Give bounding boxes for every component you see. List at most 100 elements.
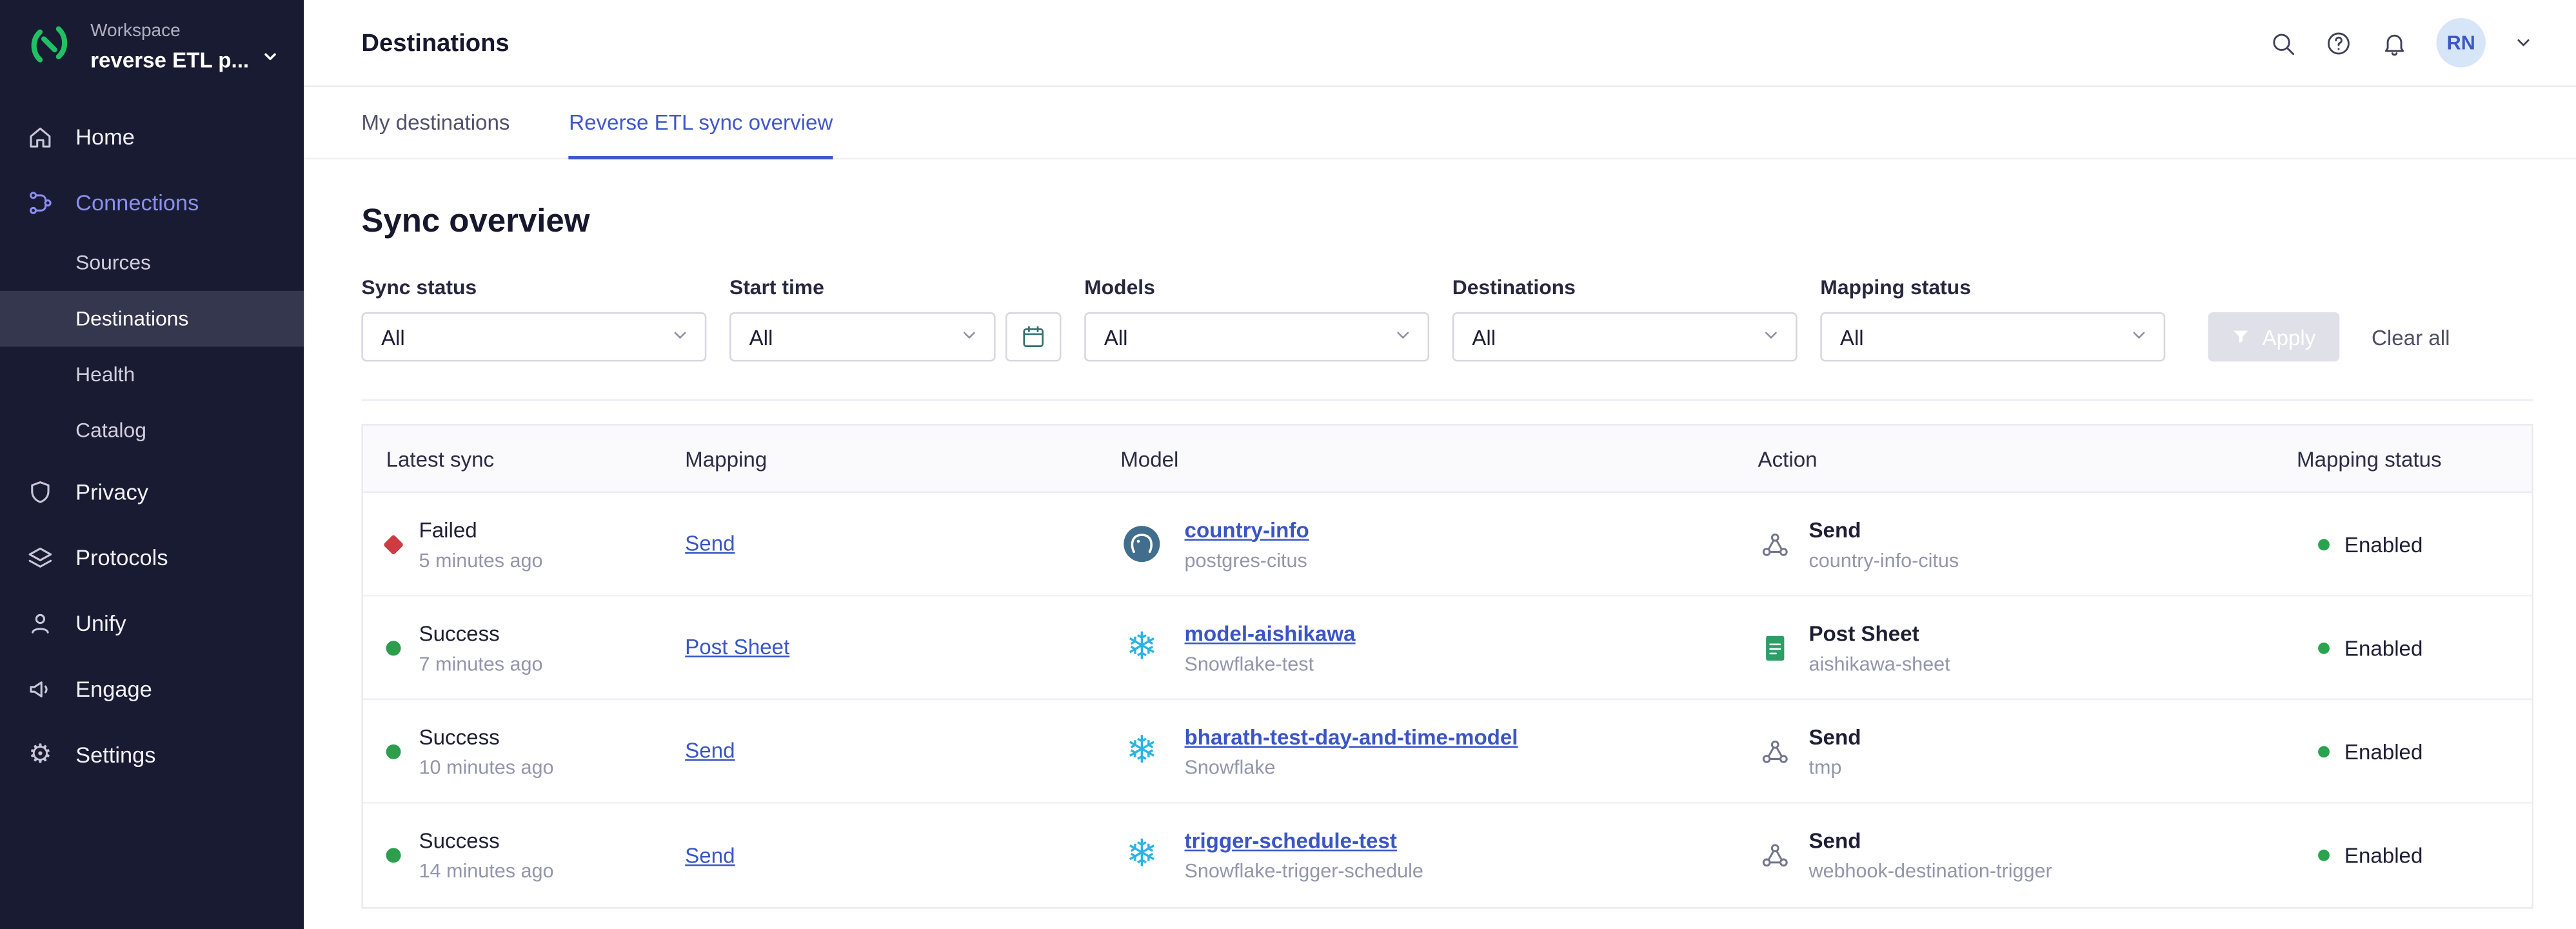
chevron-down-icon bbox=[1761, 325, 1781, 349]
topbar-icons: RN bbox=[2269, 18, 2533, 67]
model-source: postgres-citus bbox=[1185, 548, 1309, 571]
model-link[interactable]: model-aishikawa bbox=[1185, 621, 1356, 645]
enabled-dot-icon bbox=[2318, 745, 2330, 757]
workspace-text: Workspace reverse ETL p... bbox=[90, 20, 279, 74]
calendar-button[interactable] bbox=[1006, 312, 1062, 361]
webhook-icon bbox=[1758, 735, 1791, 766]
apply-button-label: Apply bbox=[2262, 325, 2315, 349]
mapping-status: Enabled bbox=[2344, 635, 2423, 659]
filter-select-sync-status[interactable]: All bbox=[361, 312, 706, 361]
mapping-link[interactable]: Send bbox=[685, 738, 735, 763]
rudderstack-logo-icon bbox=[25, 20, 74, 69]
enabled-dot-icon bbox=[2318, 850, 2330, 861]
filter-select-models[interactable]: All bbox=[1084, 312, 1429, 361]
snowflake-icon: ❄ bbox=[1120, 628, 1163, 666]
latest-sync-cell: Failed5 minutes ago bbox=[363, 517, 685, 571]
sidebar-subitem-health[interactable]: Health bbox=[0, 346, 304, 403]
search-icon[interactable] bbox=[2269, 29, 2297, 57]
action-detail: webhook-destination-trigger bbox=[1808, 859, 2052, 883]
model-source: Snowflake-test bbox=[1185, 652, 1356, 675]
sidebar-item-label: Engage bbox=[75, 676, 152, 701]
model-cell: ❄trigger-schedule-testSnowflake-trigger-… bbox=[1120, 828, 1758, 883]
engage-icon bbox=[26, 675, 54, 703]
chevron-down-icon bbox=[2129, 325, 2149, 349]
sidebar-item-label: Connections bbox=[75, 190, 199, 214]
model-link[interactable]: trigger-schedule-test bbox=[1185, 828, 1423, 853]
clear-all-button[interactable]: Clear all bbox=[2372, 312, 2450, 361]
model-link[interactable]: bharath-test-day-and-time-model bbox=[1185, 724, 1518, 748]
topbar: Destinations RN bbox=[304, 0, 2576, 87]
tab-reverse-etl-sync-overview[interactable]: Reverse ETL sync overview bbox=[569, 87, 833, 158]
sidebar-subnav: Sources Destinations HealthCatalog bbox=[0, 235, 304, 458]
mapping-link[interactable]: Send bbox=[685, 531, 735, 555]
help-icon[interactable] bbox=[2324, 29, 2352, 57]
workspace-label: Workspace bbox=[90, 21, 279, 41]
sidebar-item-label: Home bbox=[75, 124, 135, 148]
sidebar-subitem-label: Sources bbox=[75, 252, 151, 275]
sidebar-item-settings[interactable]: ⚙Settings bbox=[0, 721, 304, 787]
workspace-switcher[interactable]: Workspace reverse ETL p... bbox=[0, 0, 304, 90]
table-row: Success7 minutes agoPost Sheet❄model-ais… bbox=[363, 597, 2531, 700]
filter-label: Mapping status bbox=[1820, 276, 2165, 299]
tab-bar: My destinations Reverse ETL sync overview bbox=[304, 87, 2576, 159]
sidebar-item-connections[interactable]: Connections bbox=[0, 169, 304, 235]
sync-time: 5 minutes ago bbox=[419, 548, 543, 571]
notifications-icon[interactable] bbox=[2381, 29, 2408, 57]
sidebar-item-engage[interactable]: Engage bbox=[0, 655, 304, 721]
mapping-cell: Send bbox=[685, 841, 1120, 870]
failed-diamond-icon bbox=[383, 534, 404, 554]
filter-label: Start time bbox=[729, 276, 1062, 299]
filter-mapping-status: Mapping status All bbox=[1820, 276, 2165, 361]
chevron-down-icon[interactable] bbox=[2513, 33, 2533, 53]
model-cell: ❄ model-aishikawa Snowflake-test bbox=[1120, 621, 1758, 675]
action-name: Send bbox=[1808, 724, 1861, 748]
apply-button[interactable]: Apply bbox=[2208, 312, 2339, 361]
mapping-status: Enabled bbox=[2344, 843, 2423, 868]
tab-label: My destinations bbox=[361, 110, 510, 135]
connections-icon bbox=[26, 188, 54, 216]
latest-sync-cell: Success 14 minutes ago bbox=[363, 828, 685, 883]
sidebar-subitem-sources[interactable]: Sources bbox=[0, 235, 304, 291]
sidebar-item-privacy[interactable]: Privacy bbox=[0, 459, 304, 524]
model-link[interactable]: country-info bbox=[1185, 517, 1309, 541]
sync-status: Success bbox=[419, 828, 554, 853]
sidebar-subitem-destinations[interactable]: Destinations bbox=[0, 291, 304, 347]
enabled-dot-icon bbox=[2318, 538, 2330, 550]
avatar[interactable]: RN bbox=[2436, 18, 2485, 67]
filter-select-start-time[interactable]: All bbox=[729, 312, 996, 361]
filter-label: Destinations bbox=[1452, 276, 1798, 299]
snowflake-icon: ❄ bbox=[1120, 837, 1163, 875]
mapping-link[interactable]: Post Sheet bbox=[685, 634, 789, 659]
filter-select-destinations[interactable]: All bbox=[1452, 312, 1798, 361]
action-cell: Sendtmp bbox=[1758, 724, 2297, 778]
sidebar-subitem-label: Destinations bbox=[75, 307, 188, 330]
mapping-status: Enabled bbox=[2344, 532, 2423, 556]
action-cell: Post Sheetaishikawa-sheet bbox=[1758, 621, 2297, 675]
sync-time: 14 minutes ago bbox=[419, 859, 554, 883]
filter-selected-value: All bbox=[1104, 325, 1128, 349]
model-cell: country-info postgres-citus bbox=[1120, 517, 1758, 571]
table-row: Failed5 minutes agoSend country-info postg… bbox=[363, 493, 2531, 596]
sidebar-item-unify[interactable]: Unify bbox=[0, 590, 304, 655]
sidebar-subitem-catalog[interactable]: Catalog bbox=[0, 403, 304, 459]
filter-sync-status: Sync statusAll bbox=[361, 276, 706, 361]
sidebar-item-label: Privacy bbox=[75, 479, 148, 504]
mapping-status: Enabled bbox=[2344, 739, 2423, 763]
table-body: Failed5 minutes agoSendcountry-infopostg… bbox=[363, 493, 2531, 907]
enabled-dot-icon bbox=[2318, 642, 2330, 654]
sync-time: 10 minutes ago bbox=[419, 755, 554, 778]
filter-bar: Sync statusAllStart timeAllModelsAllDest… bbox=[361, 276, 2533, 361]
privacy-icon bbox=[26, 477, 54, 505]
sync-table: Latest syncMappingModelActionMapping sta… bbox=[361, 424, 2533, 908]
table-header-row: Latest syncMappingModelActionMapping sta… bbox=[363, 426, 2531, 493]
webhook-icon bbox=[1758, 840, 1791, 871]
sidebar-item-home[interactable]: Home bbox=[0, 103, 304, 169]
success-dot-icon bbox=[386, 848, 401, 863]
tab-my-destinations[interactable]: My destinations bbox=[361, 87, 510, 158]
filter-select-mapping-status[interactable]: All bbox=[1820, 312, 2165, 361]
unify-icon bbox=[26, 609, 54, 637]
content: Sync overview Sync statusAllStart timeAl… bbox=[304, 159, 2576, 929]
sidebar-item-protocols[interactable]: Protocols bbox=[0, 524, 304, 590]
main-area: Destinations RN My destinations Reverse E… bbox=[304, 0, 2576, 929]
mapping-link[interactable]: Send bbox=[685, 842, 735, 866]
